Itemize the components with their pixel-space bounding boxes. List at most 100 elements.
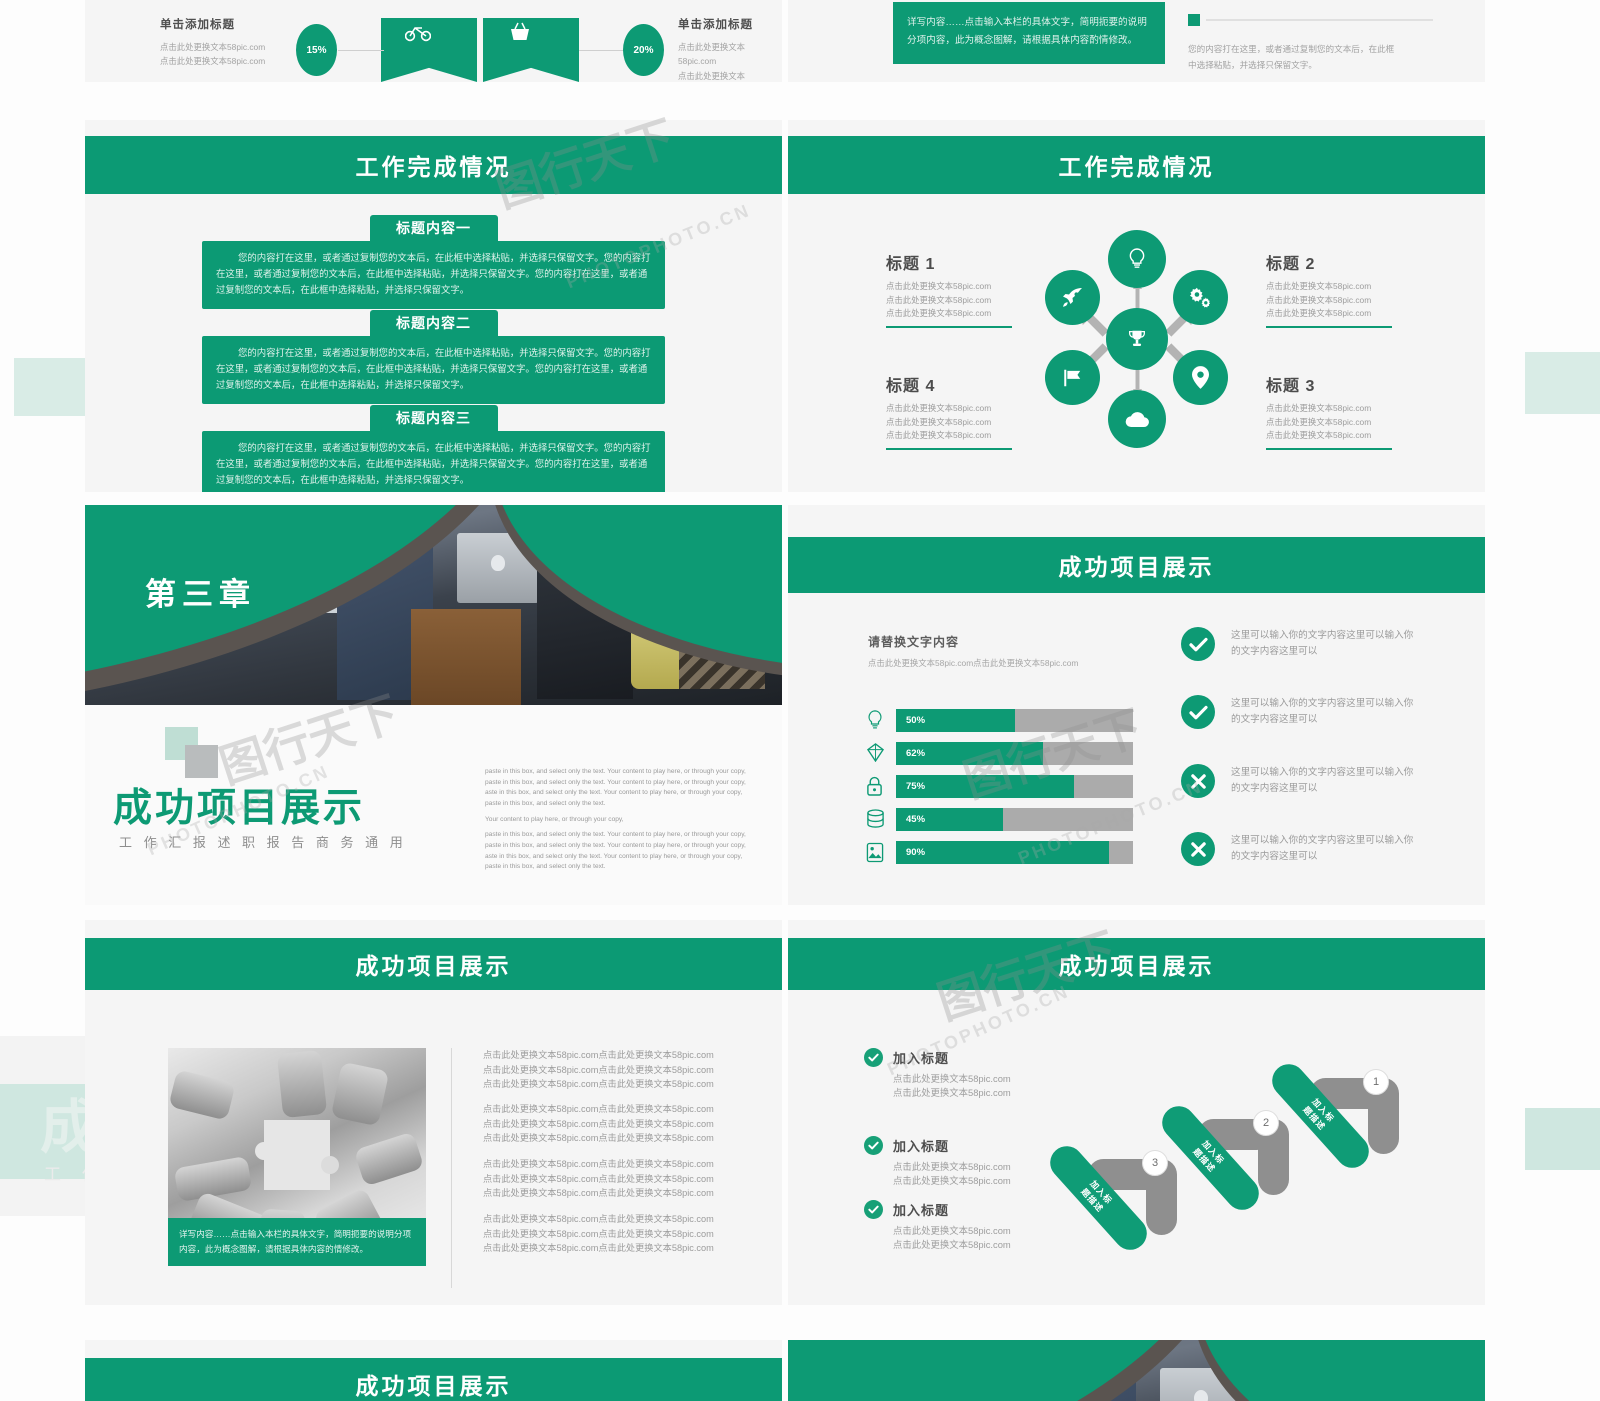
bullet-title: 加入标题	[893, 1139, 950, 1154]
line: 点击此处更换文本58pic.com点击此处更换文本58pic.com	[483, 1243, 714, 1254]
line: 点击此处更换文本58pic.com	[893, 1175, 1011, 1187]
text-column-2: 点击此处更换文本58pic.com点击此处更换文本58pic.com 点击此处更…	[483, 1102, 782, 1146]
slide-title: 成功项目展示	[1058, 554, 1215, 580]
slide-bottom-right-partial[interactable]	[788, 1340, 1485, 1401]
hub-node-bottom[interactable]	[1108, 390, 1166, 448]
gem-icon	[866, 742, 886, 765]
hub-node-top-right[interactable]	[1173, 270, 1228, 325]
progress-heading-sub: 点击此处更换文本58pic.com点击此处更换文本58pic.com	[868, 658, 1079, 668]
slide-work-blocks[interactable]: 工作完成情况 标题内容一 您的内容打在这里，或者通过复制您的文本后，在此框中选择…	[85, 120, 782, 492]
check-item-4[interactable]: 这里可以输入你的文字内容这里可以输入你的文字内容这里可以	[1181, 832, 1421, 866]
progress-row-4[interactable]: 45%	[866, 808, 1133, 831]
content-block-3[interactable]: 标题内容三 您的内容打在这里，或者通过复制您的文本后，在此框中选择粘贴，并选择只…	[85, 405, 782, 492]
line: 点击此处更换文本58pic.com点击此处更换文本58pic.com	[483, 1188, 714, 1199]
hub-diagram	[1031, 230, 1241, 448]
bullet-lines: 点击此处更换文本58pic.com 点击此处更换文本58pic.com	[893, 1224, 1011, 1253]
hub-label-4[interactable]: 标题 4 点击此处更换文本58pic.com 点击此处更换文本58pic.com…	[886, 372, 1012, 450]
line: 点击此处更换文本58pic.com	[893, 1225, 1011, 1236]
progress-track: 90%	[896, 841, 1133, 864]
line: 点击此处更换文本58pic.com	[886, 430, 992, 441]
hub-label-rule	[886, 325, 1012, 328]
slide-hub-diagram[interactable]: 工作完成情况 标题 1 点击此处更换文本58pic.com 点击此处更换文本58…	[788, 120, 1485, 492]
line: 点击此处更换文本58pic.com点击此处更换文本58pic.com	[483, 1050, 714, 1060]
slide-top-right-partial[interactable]: 详写内容……点击输入本栏的具体文字，简明扼要的说明分项内容，此为概念图解，请根据…	[788, 0, 1485, 82]
line: 点击此处更换文本58pic.com	[1266, 416, 1372, 427]
ribbon-right	[483, 18, 579, 82]
bullet-item-3[interactable]: 加入标题 点击此处更换文本58pic.com 点击此处更换文本58pic.com	[864, 1200, 1011, 1253]
image-icon	[866, 842, 886, 864]
block-tab-label: 标题内容一	[369, 215, 498, 241]
progress-track: 50%	[896, 709, 1133, 732]
cross-icon	[1181, 764, 1215, 798]
content-block-2[interactable]: 标题内容二 您的内容打在这里，或者通过复制您的文本后，在此框中选择粘贴，并选择只…	[85, 310, 782, 404]
progress-value: 90%	[906, 847, 926, 858]
hub-label-rule	[886, 447, 1012, 450]
top-right-lines: 点击此处更换文本58pic.com 点击此处更换文本58pic.com	[678, 40, 782, 82]
hub-label-1[interactable]: 标题 1 点击此处更换文本58pic.com 点击此处更换文本58pic.com…	[886, 250, 1012, 328]
check-icon	[864, 1136, 883, 1155]
slide-steps[interactable]: 成功项目展示 加入标题 点击此处更换文本58pic.com 点击此处更换文本58…	[788, 920, 1485, 1305]
progress-track: 62%	[896, 742, 1133, 765]
slide-photo-text[interactable]: 成功项目展示 详写内容……点击输入本栏的具体文字，简明扼要的说明分项内容，此为概…	[85, 920, 782, 1305]
cover-subtitle: 工 作 汇 报 述 职 报 告 商 务 通 用	[119, 835, 407, 850]
content-block-1[interactable]: 标题内容一 您的内容打在这里，或者通过复制您的文本后，在此框中选择粘贴，并选择只…	[85, 215, 782, 309]
slide-progress-bars[interactable]: 成功项目展示 请替换文字内容 点击此处更换文本58pic.com点击此处更换文本…	[788, 505, 1485, 905]
hub-label-lines: 点击此处更换文本58pic.com 点击此处更换文本58pic.com 点击此处…	[1266, 280, 1392, 321]
check-icon	[864, 1200, 883, 1219]
line: 点击此处更换文本58pic.com点击此处更换文本58pic.com	[483, 1079, 714, 1090]
progress-row-3[interactable]: 75%	[866, 775, 1133, 798]
line: 点击此处更换文本58pic.com	[893, 1161, 1011, 1172]
hub-label-rule	[1266, 325, 1392, 328]
chapter-number: 第三章	[145, 577, 256, 612]
hub-node-top[interactable]	[1108, 230, 1166, 288]
slide-top-left-partial[interactable]: 15% 20% 单击添加标题 点击此处更换文本58pic.com 点击此处更换文…	[85, 0, 782, 82]
progress-row-1[interactable]: 50%	[866, 709, 1133, 732]
step-arrow-2: 加入标题描述	[1155, 1099, 1266, 1217]
hub-node-bottom-left[interactable]	[1045, 350, 1100, 405]
hub-label-title: 标题 2	[1266, 256, 1316, 273]
hub-node-bottom-right[interactable]	[1173, 350, 1228, 405]
hub-node-center[interactable]	[1106, 308, 1168, 370]
progress-value: 62%	[906, 748, 926, 759]
top-right-side-text: 您的内容打在这里，或者通过复制您的文本后，在此框中选择粘贴，并选择只保留文字。	[1188, 44, 1395, 70]
line: 点击此处更换文本58pic.com点击此处更换文本58pic.com	[483, 1214, 714, 1224]
hub-label-2[interactable]: 标题 2 点击此处更换文本58pic.com 点击此处更换文本58pic.com…	[1266, 250, 1392, 328]
line: 点击此处更换文本58pic.com点击此处更换文本58pic.com	[483, 1228, 714, 1239]
top-left-lines: 点击此处更换文本58pic.com 点击此处更换文本58pic.com	[160, 40, 265, 69]
connector-left	[338, 50, 384, 51]
progress-row-2[interactable]: 62%	[866, 742, 1133, 765]
check-item-2[interactable]: 这里可以输入你的文字内容这里可以输入你的文字内容这里可以	[1181, 695, 1421, 729]
cover-body: paste in this box, and select only the t…	[485, 767, 750, 878]
slide-title: 工作完成情况	[1058, 154, 1215, 180]
cover-canvas	[788, 1340, 1485, 1401]
progress-row-5[interactable]: 90%	[866, 841, 1133, 864]
bullet-item-1[interactable]: 加入标题 点击此处更换文本58pic.com 点击此处更换文本58pic.com	[864, 1048, 1011, 1101]
hub-label-title: 标题 1	[886, 256, 936, 273]
deco-mint-bar-right-top	[1525, 352, 1600, 414]
step-number-3: 3	[1142, 1150, 1168, 1176]
line: 点击此处更换文本58pic.com点击此处更换文本58pic.com	[483, 1064, 714, 1075]
rocket-icon	[1062, 287, 1082, 307]
line: 点击此处更换文本58pic.com点击此处更换文本58pic.com	[483, 1104, 714, 1114]
connector-right	[579, 50, 625, 51]
line: 点击此处更换文本58pic.com	[160, 42, 266, 52]
slide-title-bar: 成功项目展示	[788, 938, 1485, 990]
slide-title: 成功项目展示	[355, 1373, 512, 1399]
database-icon	[866, 808, 886, 831]
hub-label-3[interactable]: 标题 3 点击此处更换文本58pic.com 点击此处更换文本58pic.com…	[1266, 372, 1392, 450]
progress-track: 45%	[896, 808, 1133, 831]
percent-bubble-left: 15%	[296, 24, 337, 76]
slide-chapter-cover[interactable]: 第三章 成功项目展示 工 作 汇 报 述 职 报 告 商 务 通 用 paste…	[85, 505, 782, 905]
line: 点击此处更换文本58pic.com点击此处更换文本58pic.com	[483, 1118, 714, 1129]
slide-bottom-left-partial[interactable]: 成功项目展示	[85, 1340, 782, 1401]
check-item-1[interactable]: 这里可以输入你的文字内容这里可以输入你的文字内容这里可以	[1181, 627, 1421, 661]
cover-canvas: 第三章 成功项目展示 工 作 汇 报 述 职 报 告 商 务 通 用 paste…	[85, 505, 782, 905]
progress-value: 75%	[906, 781, 926, 792]
zigzag-steps-diagram: 加入标题描述 加入标题描述 加入标题描述 3 2 1	[1043, 1016, 1448, 1257]
hub-node-top-left[interactable]	[1045, 270, 1100, 325]
line: 点击此处更换文本58pic.com	[886, 416, 992, 427]
bullet-item-2[interactable]: 加入标题 点击此处更换文本58pic.com 点击此处更换文本58pic.com	[864, 1136, 1011, 1189]
line: 点击此处更换文本58pic.com点击此处更换文本58pic.com	[483, 1133, 714, 1144]
hub-label-title: 标题 3	[1266, 378, 1316, 395]
check-item-3[interactable]: 这里可以输入你的文字内容这里可以输入你的文字内容这里可以	[1181, 764, 1421, 798]
